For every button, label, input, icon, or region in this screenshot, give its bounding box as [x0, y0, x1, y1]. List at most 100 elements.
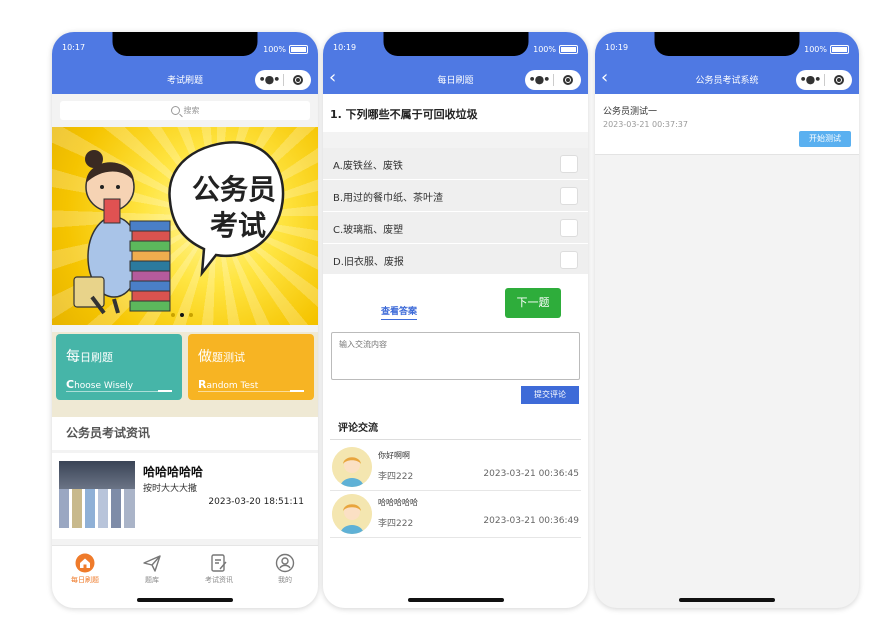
- question-actions-and-comments: 查看答案 下一题 提交评论 评论交流 你好啊啊 李四222 2023-03-21…: [323, 274, 588, 608]
- comment-item: 哈哈哈哈哈 李四222 2023-03-21 00:36:49: [330, 491, 581, 538]
- tab-question-bank[interactable]: 题库: [122, 553, 182, 585]
- card-title-rest: 题测试: [212, 351, 245, 364]
- tab-daily-practice[interactable]: 每日刷题: [55, 553, 115, 585]
- tab-label: 题库: [145, 576, 159, 584]
- submit-comment-button[interactable]: 提交评论: [521, 386, 579, 404]
- card-en-rest: andom Test: [206, 381, 259, 391]
- target-circle-icon[interactable]: [554, 75, 581, 85]
- banner-carousel[interactable]: 公务员 考试: [52, 127, 318, 325]
- option-checkbox[interactable]: [560, 219, 578, 237]
- comments-title: 评论交流: [338, 423, 378, 434]
- option-label: D.旧衣服、废报: [333, 257, 404, 268]
- nav-bar: ‹ 每日刷题 •●•: [323, 66, 588, 94]
- avatar: [332, 447, 372, 487]
- status-time: 10:17: [62, 43, 86, 52]
- avatar: [332, 494, 372, 534]
- comment-date: 2023-03-21 00:36:49: [483, 516, 579, 526]
- option-d[interactable]: D.旧衣服、废报: [323, 244, 588, 276]
- comment-content: 你好啊啊: [378, 451, 410, 460]
- tab-mine[interactable]: 我的: [255, 553, 315, 585]
- next-question-button[interactable]: 下一题: [505, 288, 561, 318]
- phone-daily-practice-home: 10:17 100% 考试刷题 •●• 搜索 公务员 考试 每日刷题 Choos…: [52, 32, 318, 608]
- tab-label: 我的: [278, 576, 292, 584]
- battery-percent: 100%: [533, 45, 556, 54]
- battery-icon: [830, 45, 849, 54]
- card-title-big: 做: [198, 349, 212, 365]
- card-title-big: 每: [66, 349, 80, 365]
- battery-percent: 100%: [804, 45, 827, 54]
- battery-indicator: 100%: [533, 45, 578, 54]
- tab-exam-news[interactable]: 考试资讯: [189, 553, 249, 585]
- option-label: B.用过的餐巾纸、茶叶渣: [333, 193, 444, 204]
- home-indicator: [679, 598, 775, 602]
- search-placeholder: 搜索: [183, 106, 200, 115]
- comment-input-box[interactable]: [331, 332, 580, 380]
- exam-date: 2023-03-21 00:37:37: [603, 120, 688, 129]
- option-label: A.废铁丝、废铁: [333, 161, 403, 172]
- battery-icon: [559, 45, 578, 54]
- entry-cards: 每日刷题 Choose Wisely 做题测试 Random Test: [52, 332, 318, 417]
- card-divider: [66, 390, 172, 392]
- phone-exam-system: 10:19 100% ‹ 公务员考试系统 •●• 公务员测试一 2023-03-…: [595, 32, 859, 608]
- news-section-title: 公务员考试资讯: [52, 417, 318, 450]
- view-answer-link[interactable]: 查看答案: [381, 304, 418, 320]
- option-label: C.玻璃瓶、废塑: [333, 225, 404, 236]
- battery-indicator: 100%: [804, 45, 849, 54]
- news-item[interactable]: 哈哈哈哈哈 按时大大大撒 2023-03-20 18:51:11: [52, 453, 318, 539]
- banner-text-line1: 公务员: [192, 173, 276, 206]
- exam-item[interactable]: 公务员测试一 2023-03-21 00:37:37 开始测试: [595, 94, 859, 155]
- news-item-title: 哈哈哈哈哈: [143, 465, 204, 479]
- news-item-date: 2023-03-20 18:51:11: [208, 497, 304, 507]
- battery-percent: 100%: [263, 45, 286, 54]
- option-checkbox[interactable]: [560, 187, 578, 205]
- target-circle-icon[interactable]: [825, 75, 852, 85]
- comment-user: 李四222: [378, 472, 414, 482]
- comment-date: 2023-03-21 00:36:45: [483, 469, 579, 479]
- more-dots-icon[interactable]: •●•: [255, 70, 283, 90]
- tab-label: 每日刷题: [71, 576, 99, 584]
- comment-item: 你好啊啊 李四222 2023-03-21 00:36:45: [330, 444, 581, 491]
- battery-icon: [289, 45, 308, 54]
- paper-plane-icon: [143, 555, 161, 572]
- phone-notch: [112, 32, 258, 56]
- news-item-summary: 按时大大大撒: [143, 484, 198, 494]
- search-bar[interactable]: 搜索: [60, 101, 310, 120]
- search-icon: [170, 106, 180, 115]
- more-dots-icon[interactable]: •●•: [525, 70, 553, 90]
- banner-illustration: 公务员 考试: [73, 141, 285, 315]
- document-edit-icon: [211, 554, 227, 572]
- status-time: 10:19: [605, 43, 629, 52]
- random-test-card[interactable]: 做题测试 Random Test: [188, 334, 314, 400]
- mini-program-capsule: •●•: [525, 70, 581, 90]
- user-circle-icon: [275, 553, 295, 573]
- card-en-big: C: [66, 378, 75, 391]
- option-checkbox[interactable]: [560, 155, 578, 173]
- home-indicator: [137, 598, 233, 602]
- home-indicator: [407, 598, 504, 602]
- nav-bar: 考试刷题 •●•: [52, 66, 318, 94]
- battery-indicator: 100%: [263, 45, 308, 54]
- tab-label: 考试资讯: [205, 576, 233, 584]
- option-checkbox[interactable]: [560, 251, 578, 269]
- more-dots-icon[interactable]: •●•: [796, 70, 824, 90]
- target-circle-icon[interactable]: [284, 75, 311, 85]
- exam-name: 公务员测试一: [603, 107, 658, 117]
- nav-bar: ‹ 公务员考试系统 •●•: [595, 66, 859, 94]
- option-c[interactable]: C.玻璃瓶、废塑: [323, 212, 588, 244]
- phone-notch: [654, 32, 800, 56]
- status-time: 10:19: [333, 43, 357, 52]
- comment-input[interactable]: [332, 333, 579, 379]
- option-a[interactable]: A.废铁丝、废铁: [323, 148, 588, 180]
- user-avatar-icon: [332, 494, 372, 534]
- divider: [330, 439, 581, 440]
- question-text: 1. 下列哪些不属于可回收垃圾: [330, 108, 478, 121]
- option-b[interactable]: B.用过的餐巾纸、茶叶渣: [323, 180, 588, 212]
- start-test-button[interactable]: 开始测试: [799, 131, 851, 147]
- question: 1. 下列哪些不属于可回收垃圾: [323, 94, 588, 132]
- mini-program-capsule: •●•: [796, 70, 852, 90]
- daily-practice-card[interactable]: 每日刷题 Choose Wisely: [56, 334, 182, 400]
- card-divider: [198, 390, 304, 392]
- comment-content: 哈哈哈哈哈: [378, 498, 418, 507]
- card-en-rest: hoose Wisely: [74, 381, 134, 391]
- carousel-dots: [171, 313, 193, 317]
